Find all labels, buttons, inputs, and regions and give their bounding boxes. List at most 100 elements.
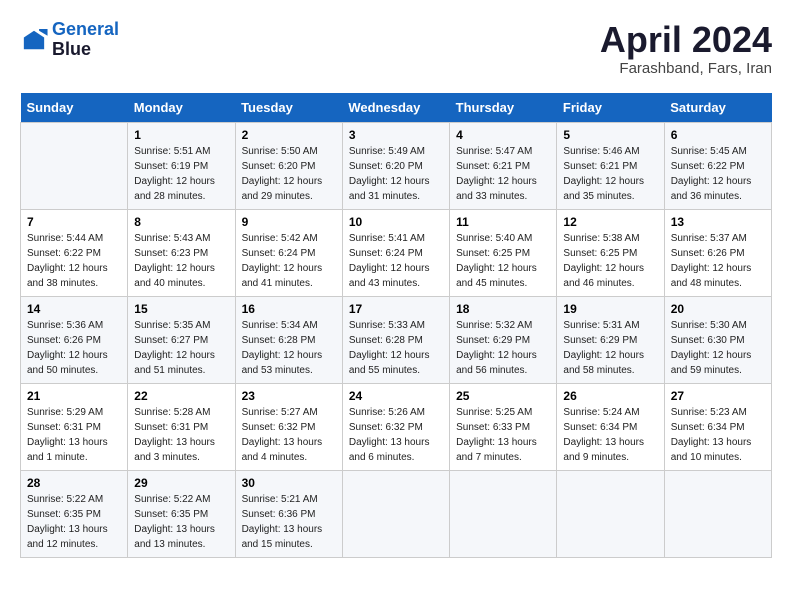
day-number: 19 (563, 302, 657, 316)
day-number: 6 (671, 128, 765, 142)
day-number: 27 (671, 389, 765, 403)
day-info: Sunrise: 5:42 AMSunset: 6:24 PMDaylight:… (242, 231, 336, 291)
day-info: Sunrise: 5:38 AMSunset: 6:25 PMDaylight:… (563, 231, 657, 291)
day-number: 8 (134, 215, 228, 229)
calendar-cell: 6 Sunrise: 5:45 AMSunset: 6:22 PMDaylight… (664, 122, 771, 209)
day-info: Sunrise: 5:32 AMSunset: 6:29 PMDaylight:… (456, 318, 550, 378)
calendar-cell: 22Sunrise: 5:28 AMSunset: 6:31 PMDayligh… (128, 383, 235, 470)
calendar-table: SundayMondayTuesdayWednesdayThursdayFrid… (20, 93, 772, 558)
day-info: Sunrise: 5:33 AMSunset: 6:28 PMDaylight:… (349, 318, 443, 378)
calendar-cell: 23Sunrise: 5:27 AMSunset: 6:32 PMDayligh… (235, 383, 342, 470)
day-info: Sunrise: 5:44 AMSunset: 6:22 PMDaylight:… (27, 231, 121, 291)
day-info: Sunrise: 5:26 AMSunset: 6:32 PMDaylight:… (349, 405, 443, 465)
main-title: April 2024 (600, 20, 772, 60)
day-info: Sunrise: 5:27 AMSunset: 6:32 PMDaylight:… (242, 405, 336, 465)
day-number: 26 (563, 389, 657, 403)
day-info: Sunrise: 5:45 AMSunset: 6:22 PMDaylight:… (671, 144, 765, 204)
day-info: Sunrise: 5:30 AMSunset: 6:30 PMDaylight:… (671, 318, 765, 378)
day-number: 24 (349, 389, 443, 403)
day-number: 12 (563, 215, 657, 229)
calendar-cell (450, 470, 557, 557)
calendar-cell: 21 Sunrise: 5:29 AMSunset: 6:31 PMDayligh… (21, 383, 128, 470)
day-info: Sunrise: 5:35 AMSunset: 6:27 PMDaylight:… (134, 318, 228, 378)
day-number: 25 (456, 389, 550, 403)
day-number: 14 (27, 302, 121, 316)
day-number: 3 (349, 128, 443, 142)
calendar-cell: 29 Sunrise: 5:22 AMSunset: 6:35 PMDayligh… (128, 470, 235, 557)
calendar-cell: 4 Sunrise: 5:47 AMSunset: 6:21 PMDaylight… (450, 122, 557, 209)
calendar-cell: 19 Sunrise: 5:31 AMSunset: 6:29 PMDayligh… (557, 296, 664, 383)
day-number: 28 (27, 476, 121, 490)
day-info: Sunrise: 5:47 AMSunset: 6:21 PMDaylight:… (456, 144, 550, 204)
header-day: Monday (128, 93, 235, 123)
header-day: Saturday (664, 93, 771, 123)
day-info: Sunrise: 5:40 AMSunset: 6:25 PMDaylight:… (456, 231, 550, 291)
day-info: Sunrise: 5:36 AMSunset: 6:26 PMDaylight:… (27, 318, 121, 378)
calendar-cell: 16 Sunrise: 5:34 AMSunset: 6:28 PMDayligh… (235, 296, 342, 383)
day-info: Sunrise: 5:22 AMSunset: 6:35 PMDaylight:… (27, 492, 121, 552)
day-info: Sunrise: 5:28 AMSunset: 6:31 PMDaylight:… (134, 405, 228, 465)
day-number: 4 (456, 128, 550, 142)
day-number: 10 (349, 215, 443, 229)
day-info: Sunrise: 5:37 AMSunset: 6:26 PMDaylight:… (671, 231, 765, 291)
day-number: 20 (671, 302, 765, 316)
calendar-cell: 15Sunrise: 5:35 AMSunset: 6:27 PMDayligh… (128, 296, 235, 383)
day-number: 13 (671, 215, 765, 229)
page-header: General Blue April 2024 Farashband, Fars… (20, 20, 772, 77)
calendar-cell (557, 470, 664, 557)
day-number: 1 (134, 128, 228, 142)
logo-icon (20, 29, 48, 51)
week-row: 7 Sunrise: 5:44 AMSunset: 6:22 PMDaylight… (21, 209, 772, 296)
title-area: April 2024 Farashband, Fars, Iran (600, 20, 772, 77)
day-info: Sunrise: 5:31 AMSunset: 6:29 PMDaylight:… (563, 318, 657, 378)
calendar-cell: 18Sunrise: 5:32 AMSunset: 6:29 PMDayligh… (450, 296, 557, 383)
week-row: 1Sunrise: 5:51 AMSunset: 6:19 PMDaylight… (21, 122, 772, 209)
calendar-cell: 20 Sunrise: 5:30 AMSunset: 6:30 PMDayligh… (664, 296, 771, 383)
calendar-cell: 1Sunrise: 5:51 AMSunset: 6:19 PMDaylight… (128, 122, 235, 209)
day-info: Sunrise: 5:49 AMSunset: 6:20 PMDaylight:… (349, 144, 443, 204)
calendar-cell: 28 Sunrise: 5:22 AMSunset: 6:35 PMDayligh… (21, 470, 128, 557)
day-info: Sunrise: 5:50 AMSunset: 6:20 PMDaylight:… (242, 144, 336, 204)
calendar-cell: 10Sunrise: 5:41 AMSunset: 6:24 PMDayligh… (342, 209, 449, 296)
calendar-cell (21, 122, 128, 209)
calendar-cell: 3 Sunrise: 5:49 AMSunset: 6:20 PMDaylight… (342, 122, 449, 209)
day-info: Sunrise: 5:22 AMSunset: 6:35 PMDaylight:… (134, 492, 228, 552)
day-info: Sunrise: 5:23 AMSunset: 6:34 PMDaylight:… (671, 405, 765, 465)
day-info: Sunrise: 5:24 AMSunset: 6:34 PMDaylight:… (563, 405, 657, 465)
calendar-cell: 14 Sunrise: 5:36 AMSunset: 6:26 PMDayligh… (21, 296, 128, 383)
day-number: 29 (134, 476, 228, 490)
day-number: 21 (27, 389, 121, 403)
day-info: Sunrise: 5:46 AMSunset: 6:21 PMDaylight:… (563, 144, 657, 204)
calendar-cell: 25Sunrise: 5:25 AMSunset: 6:33 PMDayligh… (450, 383, 557, 470)
calendar-cell: 26 Sunrise: 5:24 AMSunset: 6:34 PMDayligh… (557, 383, 664, 470)
calendar-cell: 27 Sunrise: 5:23 AMSunset: 6:34 PMDayligh… (664, 383, 771, 470)
subtitle: Farashband, Fars, Iran (600, 60, 772, 77)
header-day: Tuesday (235, 93, 342, 123)
day-number: 9 (242, 215, 336, 229)
day-number: 16 (242, 302, 336, 316)
header-day: Thursday (450, 93, 557, 123)
logo: General Blue (20, 20, 119, 60)
day-number: 2 (242, 128, 336, 142)
week-row: 28 Sunrise: 5:22 AMSunset: 6:35 PMDayligh… (21, 470, 772, 557)
calendar-cell (342, 470, 449, 557)
day-number: 5 (563, 128, 657, 142)
header-day: Friday (557, 93, 664, 123)
calendar-cell: 30Sunrise: 5:21 AMSunset: 6:36 PMDayligh… (235, 470, 342, 557)
calendar-cell: 13 Sunrise: 5:37 AMSunset: 6:26 PMDayligh… (664, 209, 771, 296)
calendar-cell: 2 Sunrise: 5:50 AMSunset: 6:20 PMDaylight… (235, 122, 342, 209)
day-info: Sunrise: 5:43 AMSunset: 6:23 PMDaylight:… (134, 231, 228, 291)
header-row: SundayMondayTuesdayWednesdayThursdayFrid… (21, 93, 772, 123)
day-info: Sunrise: 5:29 AMSunset: 6:31 PMDaylight:… (27, 405, 121, 465)
day-number: 7 (27, 215, 121, 229)
calendar-cell: 5 Sunrise: 5:46 AMSunset: 6:21 PMDaylight… (557, 122, 664, 209)
day-info: Sunrise: 5:34 AMSunset: 6:28 PMDaylight:… (242, 318, 336, 378)
calendar-cell: 11 Sunrise: 5:40 AMSunset: 6:25 PMDayligh… (450, 209, 557, 296)
header-day: Sunday (21, 93, 128, 123)
calendar-cell: 17Sunrise: 5:33 AMSunset: 6:28 PMDayligh… (342, 296, 449, 383)
week-row: 21 Sunrise: 5:29 AMSunset: 6:31 PMDayligh… (21, 383, 772, 470)
day-number: 30 (242, 476, 336, 490)
calendar-cell: 9 Sunrise: 5:42 AMSunset: 6:24 PMDaylight… (235, 209, 342, 296)
logo-text: General Blue (52, 20, 119, 60)
day-number: 11 (456, 215, 550, 229)
